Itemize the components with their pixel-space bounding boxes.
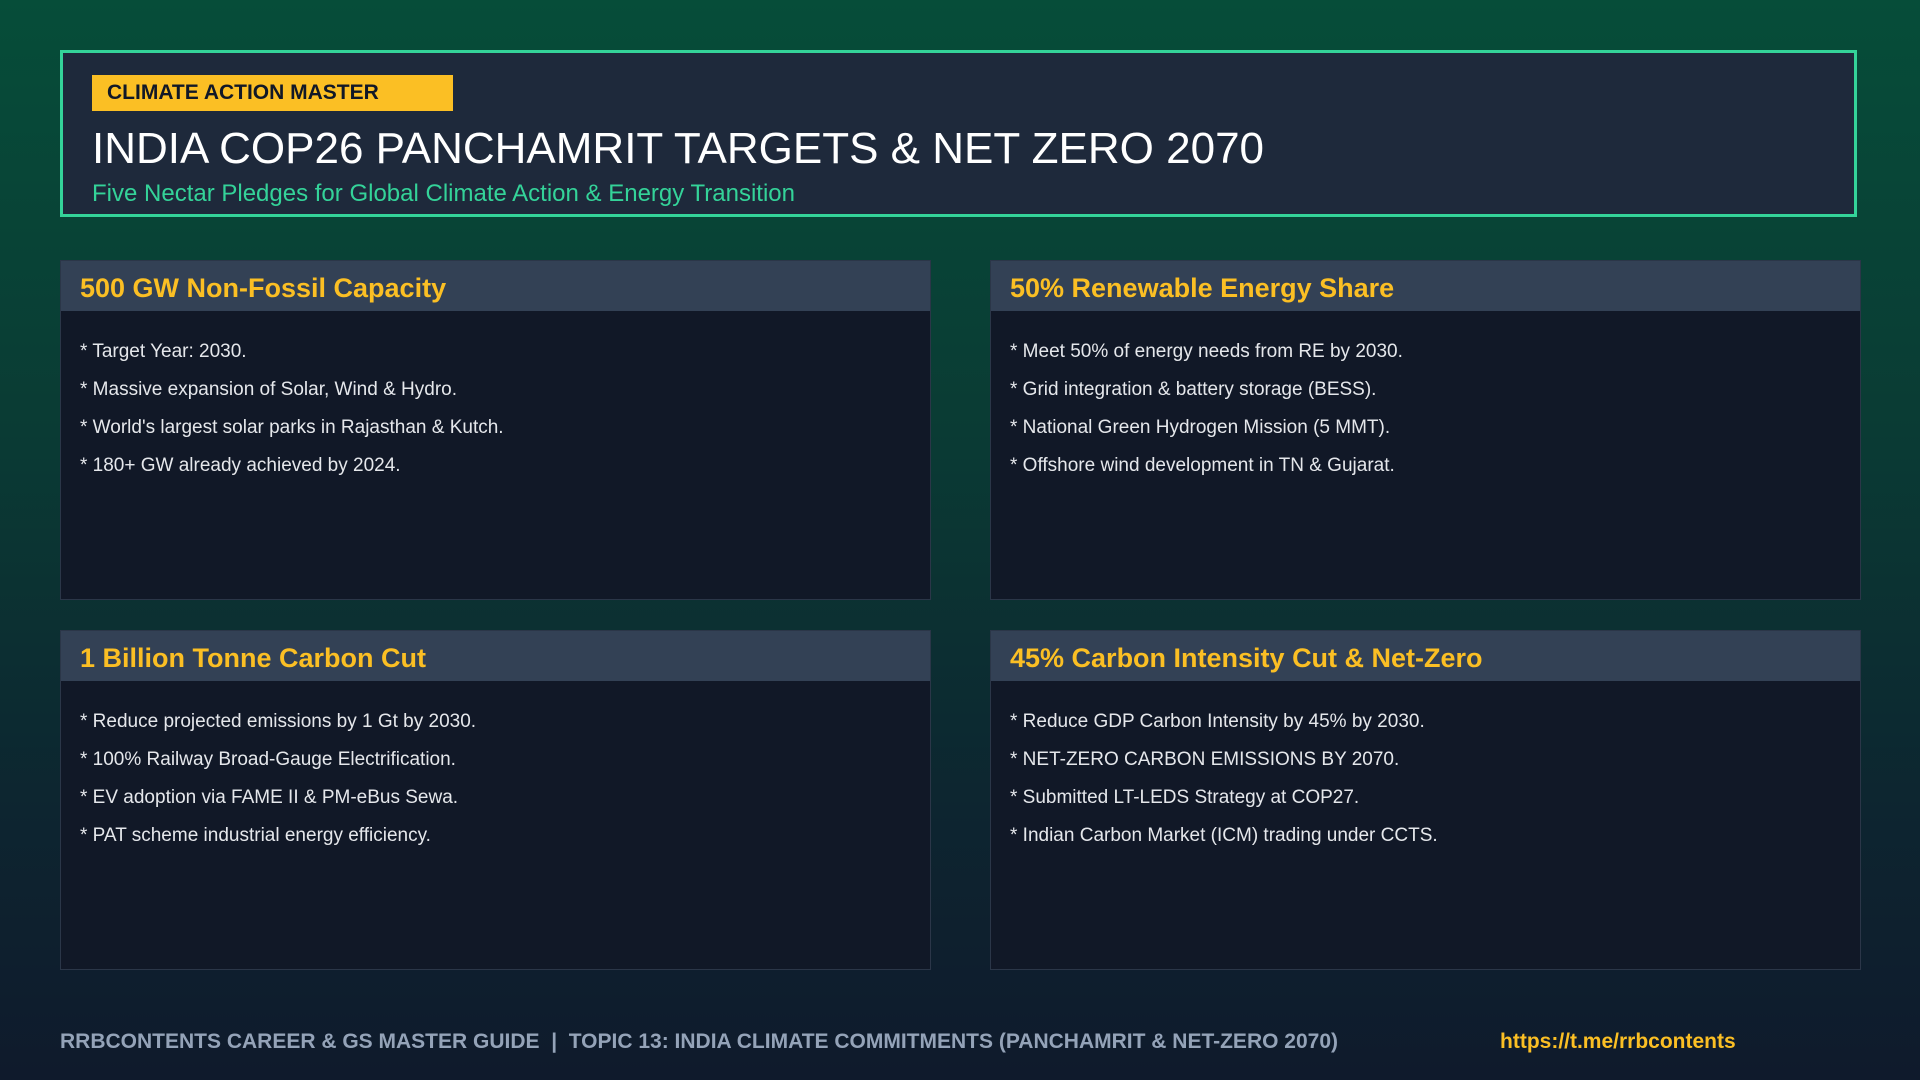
list-item: * Target Year: 2030. (80, 341, 247, 362)
title-banner: CLIMATE ACTION MASTER INDIA COP26 PANCHA… (60, 50, 1857, 217)
list-item: * PAT scheme industrial energy efficienc… (80, 825, 431, 846)
card-title: 500 GW Non-Fossil Capacity (61, 261, 930, 311)
list-item: * National Green Hydrogen Mission (5 MMT… (1010, 417, 1391, 438)
list-item: * Reduce GDP Carbon Intensity by 45% by … (1010, 711, 1425, 732)
list-item: * World's largest solar parks in Rajasth… (80, 417, 504, 438)
list-item: * Grid integration & battery storage (BE… (1010, 379, 1377, 400)
card-renewable-share: 50% Renewable Energy Share * Meet 50% of… (990, 260, 1861, 600)
card-bullet-list: * Reduce GDP Carbon Intensity by 45% by … (991, 681, 1860, 855)
card-carbon-intensity-net-zero: 45% Carbon Intensity Cut & Net-Zero * Re… (990, 630, 1861, 970)
list-item: * EV adoption via FAME II & PM-eBus Sewa… (80, 787, 459, 808)
list-item: * Massive expansion of Solar, Wind & Hyd… (80, 379, 458, 400)
list-item: * Submitted LT-LEDS Strategy at COP27. (1010, 787, 1360, 808)
card-title: 45% Carbon Intensity Cut & Net-Zero (991, 631, 1860, 681)
card-non-fossil-capacity: 500 GW Non-Fossil Capacity * Target Year… (60, 260, 931, 600)
page-subtitle: Five Nectar Pledges for Global Climate A… (92, 180, 795, 207)
card-carbon-cut: 1 Billion Tonne Carbon Cut * Reduce proj… (60, 630, 931, 970)
card-title: 50% Renewable Energy Share (991, 261, 1860, 311)
page-title: INDIA COP26 PANCHAMRIT TARGETS & NET ZER… (92, 124, 1265, 173)
list-item: * 180+ GW already achieved by 2024. (80, 455, 401, 476)
list-item: * NET-ZERO CARBON EMISSIONS BY 2070. (1010, 749, 1400, 770)
list-item: * 100% Railway Broad-Gauge Electrificati… (80, 749, 456, 770)
list-item: * Indian Carbon Market (ICM) trading und… (1010, 825, 1438, 846)
footer-text: RRBCONTENTS CAREER & GS MASTER GUIDE | T… (60, 1030, 1338, 1053)
list-item: * Reduce projected emissions by 1 Gt by … (80, 711, 477, 732)
category-badge: CLIMATE ACTION MASTER (92, 75, 453, 111)
telegram-link[interactable]: https://t.me/rrbcontents (1500, 1030, 1736, 1054)
list-item: * Offshore wind development in TN & Guja… (1010, 455, 1395, 476)
card-bullet-list: * Reduce projected emissions by 1 Gt by … (61, 681, 930, 855)
card-bullet-list: * Meet 50% of energy needs from RE by 20… (991, 311, 1860, 485)
card-title: 1 Billion Tonne Carbon Cut (61, 631, 930, 681)
card-bullet-list: * Target Year: 2030. * Massive expansion… (61, 311, 930, 485)
list-item: * Meet 50% of energy needs from RE by 20… (1010, 341, 1403, 362)
